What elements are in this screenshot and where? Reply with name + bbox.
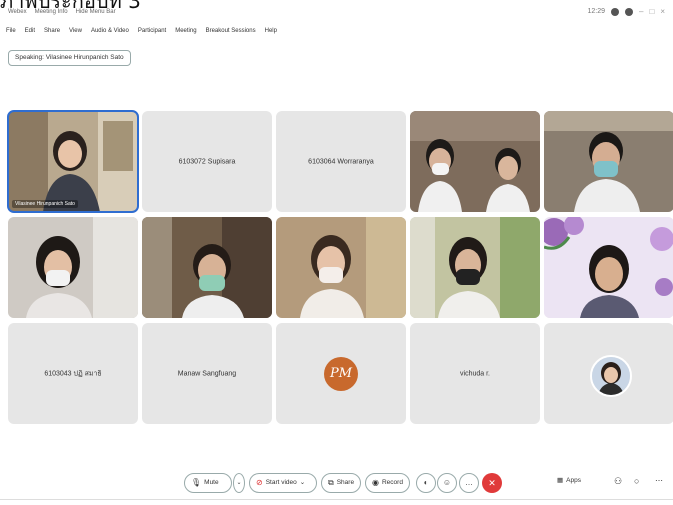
video-tile-vichuda[interactable]: vichuda r. [410, 323, 540, 424]
video-tile-student-light-mask[interactable] [276, 217, 406, 318]
record-icon: ◉ [372, 478, 379, 487]
menu-view[interactable]: View [69, 28, 82, 34]
menu-meeting[interactable]: Meeting [175, 28, 196, 34]
video-tile-pm[interactable]: PM [276, 323, 406, 424]
share-icon: ⧉ [328, 478, 334, 487]
menu-breakout-sessions[interactable]: Breakout Sessions [206, 28, 256, 34]
apps-label: Apps [566, 476, 581, 484]
video-off-icon: ⊘ [256, 478, 263, 487]
mute-label: Mute [204, 479, 219, 486]
chevron-down-icon: ⌄ [299, 479, 306, 486]
student-green-mask-video-image [142, 217, 272, 318]
tile-name-label: 6103043 ปฏิ สมาธิ [44, 370, 102, 377]
video-tile-photo-avatar[interactable] [544, 323, 673, 424]
apps-button[interactable]: ▦ Apps [557, 476, 581, 485]
video-tile-student-blue-mask[interactable] [544, 111, 673, 212]
initials-avatar: PM [324, 356, 358, 391]
app-name: Webex [8, 9, 27, 15]
record-label: Record [381, 479, 403, 486]
avatar [590, 354, 632, 397]
start-video-button[interactable]: ⊘ Start video ⌄ [249, 473, 317, 493]
captions-icon[interactable]: ◐ [416, 473, 436, 493]
apps-icon: ▦ [557, 477, 564, 484]
tile-name-label: 6103072 Supisara [178, 158, 236, 165]
menu-edit[interactable]: Edit [25, 28, 35, 34]
hide-menu-bar-link[interactable]: Hide Menu Bar [76, 9, 116, 15]
video-tile-worraranya[interactable]: 6103064 Worraranya [276, 111, 406, 212]
student-flower-bg-video-image [544, 217, 673, 318]
participant-grid: Vilasinee Hirunpanich Sato 6103072 Supis… [7, 110, 673, 424]
share-label: Share [336, 479, 355, 486]
title-bar: Webex Meeting Info Hide Menu Bar 12:29 –… [0, 0, 673, 20]
meeting-controls: 🎙 Mute ⌄ ⊘ Start video ⌄ ⧉ Share ◉ Recor… [0, 472, 673, 498]
microphone-icon: 🎙 [191, 478, 202, 487]
minimize-icon[interactable]: – [639, 7, 643, 16]
video-tile-manaw[interactable]: Manaw Sangfuang [142, 323, 272, 424]
close-icon[interactable]: × [660, 7, 665, 16]
video-tile-supisara[interactable]: 6103072 Supisara [142, 111, 272, 212]
student-black-mask-video-image [410, 217, 540, 318]
two-students-video-image [410, 111, 540, 212]
meeting-info-link[interactable]: Meeting Info [35, 9, 68, 15]
video-tile-student-white-mask[interactable] [8, 217, 138, 318]
menu-audio-video[interactable]: Audio & Video [91, 28, 129, 34]
menu-file[interactable]: File [6, 28, 16, 34]
divider [0, 499, 673, 500]
student-blue-mask-video-image [544, 111, 673, 212]
video-tile-student-black-mask[interactable] [410, 217, 540, 318]
video-tile-student-flower-bg[interactable] [544, 217, 673, 318]
video-tile-host[interactable]: Vilasinee Hirunpanich Sato [7, 110, 139, 213]
student-white-mask-video-image [8, 217, 138, 318]
share-button[interactable]: ⧉ Share [321, 473, 361, 493]
mute-options-chevron-icon[interactable]: ⌄ [233, 473, 245, 493]
more-options-icon[interactable]: … [459, 473, 479, 493]
tile-name-label: Vilasinee Hirunpanich Sato [12, 200, 78, 208]
tile-name-label: vichuda r. [460, 370, 490, 377]
video-tile-two-students[interactable] [410, 111, 540, 212]
reactions-icon[interactable]: ☺ [437, 473, 457, 493]
tile-name-label: 6103064 Worraranya [308, 158, 374, 165]
student-light-mask-video-image [276, 217, 406, 318]
mute-button[interactable]: 🎙 Mute [184, 473, 232, 493]
profile-icon[interactable] [625, 7, 634, 16]
host-video-image [8, 111, 138, 212]
more-icon[interactable]: ⋯ [655, 476, 663, 485]
video-tile-student-green-mask[interactable] [142, 217, 272, 318]
menu-participant[interactable]: Participant [138, 28, 166, 34]
status-icon[interactable] [611, 7, 620, 16]
maximize-icon[interactable]: □ [649, 7, 654, 16]
clock: 12:29 [587, 8, 606, 15]
record-button[interactable]: ◉ Record [365, 473, 410, 493]
speaking-indicator: Speaking: Vilasinee Hirunpanich Sato [8, 50, 131, 66]
chat-icon[interactable]: ○ [634, 476, 639, 486]
video-tile-6103043[interactable]: 6103043 ปฏิ สมาธิ [8, 323, 138, 424]
end-call-button[interactable]: ✕ [482, 473, 502, 493]
tile-name-label: Manaw Sangfuang [177, 370, 237, 377]
menu-help[interactable]: Help [265, 28, 277, 34]
menu-bar: File Edit Share View Audio & Video Parti… [6, 28, 277, 34]
menu-share[interactable]: Share [44, 28, 60, 34]
participants-icon[interactable]: ⚇ [614, 476, 622, 487]
start-video-label: Start video [265, 479, 297, 486]
